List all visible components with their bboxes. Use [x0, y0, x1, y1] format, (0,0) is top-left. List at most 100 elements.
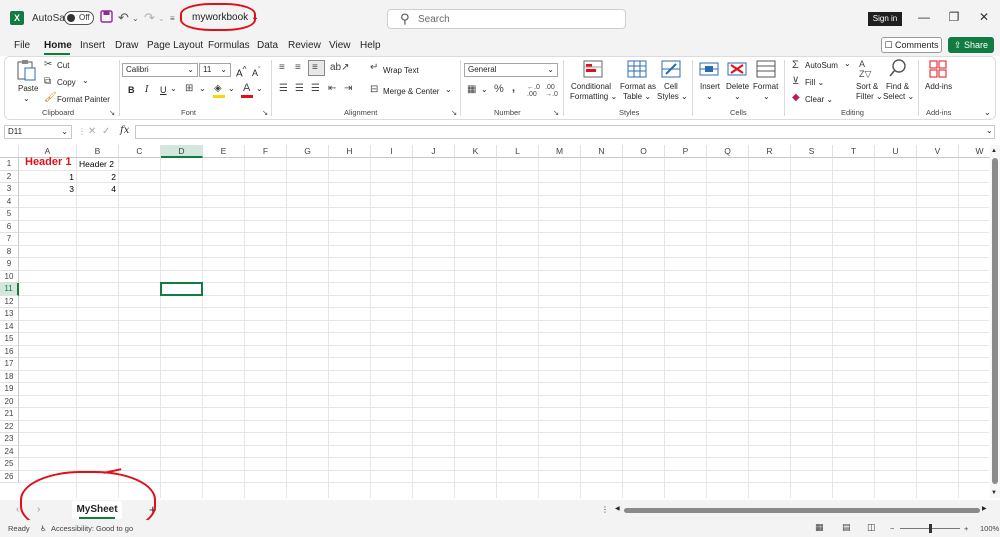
merge-dropdown-icon[interactable]: ⌄ [445, 85, 452, 94]
percent-icon[interactable]: % [494, 83, 504, 95]
column-header-q[interactable]: Q [707, 145, 749, 158]
row-header-19[interactable]: 19 [0, 383, 19, 396]
paste-button[interactable]: Paste [18, 84, 38, 93]
comma-style-icon[interactable]: , [512, 82, 515, 94]
cancel-formula-icon[interactable]: ✕ [88, 126, 96, 137]
row-header-25[interactable]: 25 [0, 458, 19, 471]
find-select-button[interactable]: Find & [886, 82, 909, 91]
sort-filter-button[interactable]: Sort & [856, 82, 878, 91]
sign-in-button[interactable]: Sign in [868, 12, 902, 26]
autosum-button[interactable]: AutoSum [805, 61, 838, 70]
autosum-dropdown-icon[interactable]: ⌄ [844, 59, 851, 68]
cell-a1[interactable]: Header 1 [25, 156, 71, 168]
cell-a3[interactable]: 3 [19, 184, 74, 194]
column-header-w[interactable]: W [959, 145, 990, 158]
row-header-14[interactable]: 14 [0, 320, 19, 333]
enter-formula-icon[interactable]: ✓ [102, 126, 110, 137]
column-header-u[interactable]: U [875, 145, 917, 158]
formula-options-icon[interactable]: ⋮ [78, 127, 86, 136]
zoom-out-icon[interactable]: − [890, 524, 894, 533]
copy-dropdown-icon[interactable]: ⌄ [82, 76, 89, 85]
autosave-toggle[interactable]: Off [64, 11, 94, 25]
customize-toolbar-icon[interactable]: ≡ [170, 14, 175, 30]
decrease-font-icon[interactable]: Aˇ [252, 65, 261, 78]
format-dropdown-icon[interactable]: ⌄ [763, 92, 770, 101]
cut-button[interactable]: Cut [57, 61, 69, 70]
accounting-format-icon[interactable]: ▦ [467, 84, 476, 95]
column-header-h[interactable]: H [329, 145, 371, 158]
underline-button[interactable]: U [160, 85, 167, 95]
tab-split-handle[interactable]: ⋮ [601, 505, 609, 514]
add-ins-button[interactable]: Add-ins [925, 82, 952, 91]
fill-button[interactable]: Fill ⌄ [805, 78, 824, 87]
row-header-21[interactable]: 21 [0, 408, 19, 421]
prev-sheet-icon[interactable]: ‹ [16, 504, 19, 515]
tab-file[interactable]: File [14, 40, 30, 51]
row-header-9[interactable]: 9 [0, 258, 19, 271]
borders-dropdown-icon[interactable]: ⌄ [199, 84, 206, 93]
scroll-up-icon[interactable]: ▲ [991, 148, 997, 154]
column-header-d[interactable]: D [161, 145, 203, 158]
font-color-dropdown-icon[interactable]: ⌄ [256, 84, 263, 93]
alignment-launcher-icon[interactable]: ↘ [451, 108, 457, 117]
expand-formula-bar-icon[interactable]: ⌄ [986, 126, 993, 135]
zoom-slider-thumb[interactable] [929, 524, 932, 533]
column-header-f[interactable]: F [245, 145, 287, 158]
cell-a2[interactable]: 1 [19, 172, 74, 182]
collapse-ribbon-icon[interactable]: ⌄ [984, 108, 991, 117]
column-header-r[interactable]: R [749, 145, 791, 158]
sort-filter-label2[interactable]: Filter ⌄ [856, 92, 883, 101]
row-header-23[interactable]: 23 [0, 433, 19, 446]
row-header-15[interactable]: 15 [0, 333, 19, 346]
row-header-8[interactable]: 8 [0, 245, 19, 258]
column-header-l[interactable]: L [497, 145, 539, 158]
row-header-22[interactable]: 22 [0, 420, 19, 433]
paste-dropdown-icon[interactable]: ⌄ [23, 94, 30, 103]
row-header-18[interactable]: 18 [0, 370, 19, 383]
number-format-select[interactable]: General ⌄ [464, 63, 558, 77]
redo-dropdown-icon[interactable]: ⌄ [158, 14, 165, 30]
tab-help[interactable]: Help [360, 40, 381, 51]
align-left-icon[interactable]: ☰ [279, 83, 288, 94]
align-bottom-button[interactable]: ≡ [308, 60, 325, 76]
copy-button[interactable]: Copy [57, 78, 76, 87]
row-header-4[interactable]: 4 [0, 195, 19, 208]
align-top-icon[interactable]: ≡ [279, 62, 285, 73]
orientation-icon[interactable]: ab↗ [330, 62, 350, 73]
column-header-c[interactable]: C [119, 145, 161, 158]
vertical-scroll-thumb[interactable] [992, 158, 998, 484]
increase-indent-icon[interactable]: ⇥ [344, 83, 352, 94]
share-button[interactable]: ⇪ Share [948, 37, 994, 53]
cell-b3[interactable]: 4 [77, 184, 116, 194]
column-header-p[interactable]: P [665, 145, 707, 158]
insert-cells-button[interactable]: Insert [700, 82, 720, 91]
delete-dropdown-icon[interactable]: ⌄ [734, 92, 741, 101]
tab-home[interactable]: Home [44, 40, 72, 51]
column-header-t[interactable]: T [833, 145, 875, 158]
cell-b2[interactable]: 2 [77, 172, 116, 182]
comments-button[interactable]: ☐ Comments [881, 37, 942, 53]
tab-data[interactable]: Data [257, 40, 278, 51]
row-header-5[interactable]: 5 [0, 208, 19, 221]
row-header-20[interactable]: 20 [0, 395, 19, 408]
paste-icon[interactable] [16, 59, 36, 81]
column-header-e[interactable]: E [203, 145, 245, 158]
decrease-indent-icon[interactable]: ⇤ [328, 83, 336, 94]
column-header-o[interactable]: O [623, 145, 665, 158]
page-break-view-icon[interactable]: ◫ [867, 522, 876, 533]
column-header-s[interactable]: S [791, 145, 833, 158]
restore-icon[interactable]: ❐ [944, 10, 964, 24]
font-name-select[interactable]: Calibri ⌄ [122, 63, 198, 77]
normal-view-icon[interactable]: ▦ [815, 522, 824, 533]
row-header-13[interactable]: 13 [0, 308, 19, 321]
conditional-formatting-label2[interactable]: Formatting ⌄ [570, 92, 617, 101]
tab-insert[interactable]: Insert [80, 40, 105, 51]
insert-function-icon[interactable]: fx [120, 125, 129, 136]
accounting-dropdown-icon[interactable]: ⌄ [481, 85, 488, 94]
row-header-2[interactable]: 2 [0, 170, 19, 183]
worksheet-grid[interactable]: A B C D E F G H I J K L M N O P Q R S T U V W 1 2 3 4 5 6 7 8 9 10 11 12 13… [0, 145, 990, 498]
row-header-1[interactable]: 1 [0, 158, 19, 171]
fill-color-dropdown-icon[interactable]: ⌄ [228, 84, 235, 93]
column-header-b[interactable]: B [77, 145, 119, 158]
format-cells-button[interactable]: Format [753, 82, 778, 91]
